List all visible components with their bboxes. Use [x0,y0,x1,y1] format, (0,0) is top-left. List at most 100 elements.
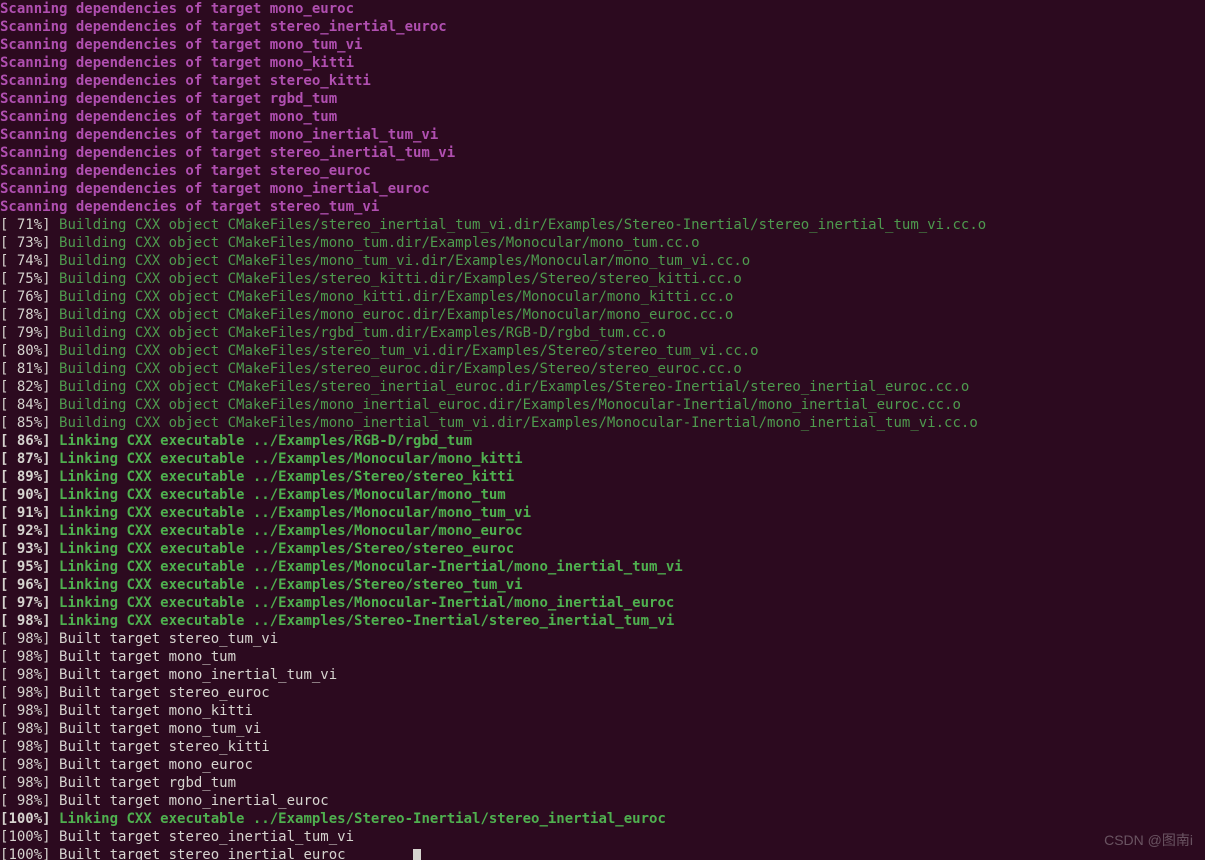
build-text: Building CXX object CMakeFiles/mono_euro… [59,307,733,323]
link-text: Linking CXX executable ../Examples/Monoc… [59,451,523,467]
link-text: Linking CXX executable ../Examples/Stere… [59,541,514,557]
percent-value: 75% [8,271,42,287]
percent-value: 76% [8,289,42,305]
percent-value: 85% [8,415,42,431]
percent-value: 90% [8,487,42,503]
terminal-line: [ 96%] Linking CXX executable ../Example… [0,576,1205,594]
watermark: CSDN @图南i [1104,830,1193,850]
percent-value: 71% [8,217,42,233]
link-text: Linking CXX executable ../Examples/Monoc… [59,595,674,611]
build-text: Building CXX object CMakeFiles/stereo_eu… [59,361,742,377]
built-text: Built target mono_inertial_euroc [59,793,329,809]
terminal-line: [ 98%] Built target mono_inertial_euroc [0,792,1205,810]
percent-value: 98% [8,721,42,737]
percent-value: 89% [8,469,42,485]
terminal-line: [ 92%] Linking CXX executable ../Example… [0,522,1205,540]
terminal-line: [ 98%] Built target mono_euroc [0,756,1205,774]
built-text: Built target stereo_euroc [59,685,270,701]
link-text: Linking CXX executable ../Examples/Stere… [59,811,666,827]
percent-value: 97% [8,595,42,611]
build-text: Building CXX object CMakeFiles/stereo_in… [59,217,986,233]
terminal-line: [ 95%] Linking CXX executable ../Example… [0,558,1205,576]
terminal-line: Scanning dependencies of target stereo_k… [0,72,1205,90]
percent-value: 86% [8,433,42,449]
terminal-line: [ 81%] Building CXX object CMakeFiles/st… [0,360,1205,378]
terminal-line: [ 98%] Built target mono_tum [0,648,1205,666]
scan-text: Scanning dependencies of target mono_tum [0,109,337,125]
terminal-line: Scanning dependencies of target stereo_i… [0,144,1205,162]
percent-value: 98% [8,685,42,701]
percent-value: 98% [8,667,42,683]
build-text: Building CXX object CMakeFiles/mono_tum.… [59,235,700,251]
link-text: Linking CXX executable ../Examples/RGB-D… [59,433,472,449]
link-text: Linking CXX executable ../Examples/Monoc… [59,523,523,539]
terminal-line: [ 86%] Linking CXX executable ../Example… [0,432,1205,450]
terminal-line: [ 97%] Linking CXX executable ../Example… [0,594,1205,612]
terminal-line: [ 74%] Building CXX object CMakeFiles/mo… [0,252,1205,270]
percent-value: 100% [8,829,42,845]
percent-value: 98% [8,631,42,647]
terminal-line: [ 87%] Linking CXX executable ../Example… [0,450,1205,468]
percent-value: 87% [8,451,42,467]
terminal-line: [100%] Built target stereo_inertial_euro… [0,846,1205,860]
scan-text: Scanning dependencies of target mono_ine… [0,127,438,143]
terminal-line: Scanning dependencies of target mono_tum [0,108,1205,126]
terminal-output: Scanning dependencies of target mono_eur… [0,0,1205,860]
percent-value: 82% [8,379,42,395]
built-text: Built target stereo_inertial_tum_vi [59,829,354,845]
terminal-line: [ 98%] Built target mono_tum_vi [0,720,1205,738]
terminal-line: [100%] Built target stereo_inertial_tum_… [0,828,1205,846]
scan-text: Scanning dependencies of target stereo_k… [0,73,371,89]
build-text: Building CXX object CMakeFiles/mono_tum_… [59,253,750,269]
percent-value: 98% [8,649,42,665]
cursor [413,849,421,860]
built-text: Built target stereo_tum_vi [59,631,278,647]
built-text: Built target mono_euroc [59,757,253,773]
built-text: Built target stereo_inertial_euroc [59,847,346,860]
terminal-line: Scanning dependencies of target mono_ine… [0,126,1205,144]
percent-value: 98% [8,775,42,791]
percent-value: 98% [8,613,42,629]
terminal-line: [100%] Linking CXX executable ../Example… [0,810,1205,828]
build-text: Building CXX object CMakeFiles/rgbd_tum.… [59,325,666,341]
terminal-line: [ 90%] Linking CXX executable ../Example… [0,486,1205,504]
scan-text: Scanning dependencies of target mono_eur… [0,1,354,17]
percent-value: 96% [8,577,42,593]
percent-value: 98% [8,703,42,719]
percent-value: 84% [8,397,42,413]
scan-text: Scanning dependencies of target stereo_e… [0,163,371,179]
link-text: Linking CXX executable ../Examples/Stere… [59,613,674,629]
percent-value: 95% [8,559,42,575]
terminal-line: [ 75%] Building CXX object CMakeFiles/st… [0,270,1205,288]
terminal-line: [ 85%] Building CXX object CMakeFiles/mo… [0,414,1205,432]
terminal-line: [ 98%] Built target stereo_tum_vi [0,630,1205,648]
build-text: Building CXX object CMakeFiles/stereo_ki… [59,271,742,287]
built-text: Built target stereo_kitti [59,739,270,755]
terminal-line: Scanning dependencies of target mono_kit… [0,54,1205,72]
scan-text: Scanning dependencies of target stereo_i… [0,145,455,161]
percent-value: 73% [8,235,42,251]
link-text: Linking CXX executable ../Examples/Monoc… [59,559,683,575]
terminal-line: Scanning dependencies of target rgbd_tum [0,90,1205,108]
percent-value: 93% [8,541,42,557]
link-text: Linking CXX executable ../Examples/Stere… [59,469,514,485]
built-text: Built target mono_tum [59,649,236,665]
terminal-line: [ 73%] Building CXX object CMakeFiles/mo… [0,234,1205,252]
percent-value: 98% [8,793,42,809]
scan-text: Scanning dependencies of target rgbd_tum [0,91,337,107]
percent-value: 81% [8,361,42,377]
terminal-line: [ 98%] Built target mono_kitti [0,702,1205,720]
terminal-line: Scanning dependencies of target mono_tum… [0,36,1205,54]
built-text: Built target mono_kitti [59,703,253,719]
terminal-line: Scanning dependencies of target stereo_i… [0,18,1205,36]
terminal-line: [ 82%] Building CXX object CMakeFiles/st… [0,378,1205,396]
scan-text: Scanning dependencies of target mono_tum… [0,37,362,53]
build-text: Building CXX object CMakeFiles/mono_iner… [59,415,978,431]
percent-value: 100% [8,847,42,860]
percent-value: 74% [8,253,42,269]
percent-value: 79% [8,325,42,341]
terminal-line: [ 79%] Building CXX object CMakeFiles/rg… [0,324,1205,342]
build-text: Building CXX object CMakeFiles/mono_iner… [59,397,961,413]
percent-value: 91% [8,505,42,521]
build-text: Building CXX object CMakeFiles/stereo_tu… [59,343,759,359]
